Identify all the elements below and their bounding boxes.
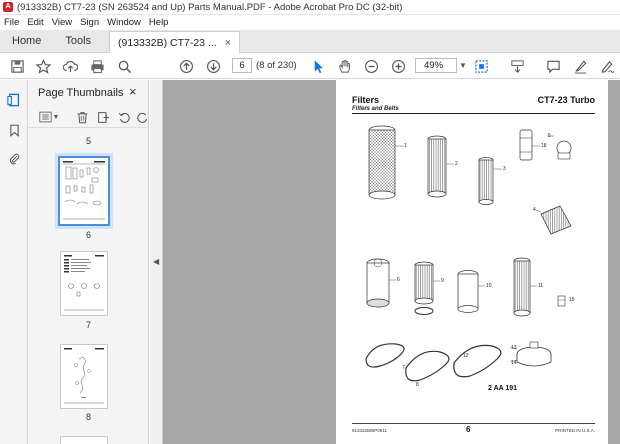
footer-printed: PRINTED IN U.S.A. (555, 428, 595, 433)
page-count: (8 of 230) (256, 60, 297, 71)
menu-view[interactable]: View (52, 17, 72, 28)
callout-15: 15 (569, 297, 575, 303)
callout-8: 8 (416, 382, 419, 388)
save-icon[interactable] (8, 57, 26, 75)
title-bar: A (913332B) CT7-23 (SN 263524 and Up) Pa… (0, 0, 620, 15)
footer-rule (352, 423, 595, 424)
panel-title: Page Thumbnails (38, 87, 124, 99)
options-menu-icon[interactable] (37, 109, 53, 125)
document-viewport[interactable]: Filters CT7-23 Turbo Filters and Belts 1… (163, 80, 620, 444)
callout-18: 18 (541, 143, 547, 149)
callout-10: 10 (486, 283, 492, 289)
thumbnail-page-9[interactable] (60, 436, 108, 444)
tab-home[interactable]: Home (0, 30, 53, 52)
part-number-label: 2 AA 191 (488, 385, 518, 392)
callout-7: 7 (402, 365, 405, 371)
page-heading-model: CT7-23 Turbo (537, 95, 595, 105)
page-heading: Filters (352, 95, 380, 105)
tab-bar: Home Tools (913332B) CT7-23 ... × (0, 30, 620, 53)
filter-15-illustration (557, 295, 566, 307)
panel-close-icon[interactable]: × (129, 84, 137, 99)
rotate-clockwise-icon[interactable] (134, 109, 148, 125)
highlight-icon[interactable] (571, 57, 589, 75)
acrobat-logo-icon: A (3, 2, 13, 12)
heading-rule (352, 113, 595, 114)
page-subheading: Filters and Belts (352, 106, 399, 112)
filter-10-illustration (457, 270, 485, 313)
thumbnail-page-7[interactable] (60, 251, 108, 316)
select-cursor-icon[interactable] (309, 57, 327, 75)
scroll-mode-icon[interactable] (508, 57, 526, 75)
menu-sign[interactable]: Sign (80, 17, 99, 28)
collapse-arrow-icon[interactable]: ◀ (153, 257, 159, 266)
insert-page-icon[interactable] (95, 109, 111, 125)
zoom-dropdown-icon[interactable]: ▼ (459, 61, 467, 70)
zoom-input[interactable]: 49% (415, 58, 457, 73)
fit-page-icon[interactable] (472, 57, 490, 75)
pdf-page: Filters CT7-23 Turbo Filters and Belts 1… (336, 80, 608, 444)
footer-page-number: 6 (466, 425, 471, 434)
bookmarks-icon[interactable] (6, 122, 22, 138)
menu-help[interactable]: Help (149, 17, 169, 28)
filter-4-illustration (535, 205, 572, 235)
page-thumbnails-panel: Page Thumbnails × ▼ 5 6 7 8 (28, 80, 149, 444)
bookmark-star-icon[interactable] (34, 57, 52, 75)
find-icon[interactable] (115, 57, 133, 75)
menu-window[interactable]: Window (107, 17, 141, 28)
callout-9: 9 (441, 278, 444, 284)
page-thumbnails-icon[interactable] (6, 92, 22, 108)
footer-doc-code: 913332B/BP0511 (352, 428, 387, 433)
callout-1: 1 (404, 143, 407, 149)
menu-file[interactable]: File (4, 17, 19, 28)
thumbnail-toolbar: ▼ (28, 106, 148, 128)
panel-collapse-handle[interactable]: ◀ (150, 80, 163, 444)
window-title: (913332B) CT7-23 (SN 263524 and Up) Part… (17, 1, 403, 13)
parts-illustration (365, 125, 572, 382)
callout-3: 3 (503, 166, 506, 172)
callout-6: 6 (397, 277, 400, 283)
comment-icon[interactable] (544, 57, 562, 75)
page-number-input[interactable]: 6 (232, 58, 252, 73)
thumbnail-page-8[interactable] (60, 344, 108, 409)
print-icon[interactable] (88, 57, 106, 75)
belts-illustration (365, 343, 502, 382)
filter-6-illustration (366, 258, 396, 308)
filter-2-illustration (427, 135, 454, 198)
filter-3-illustration (478, 157, 502, 205)
callout-13: 13 (511, 345, 517, 351)
callout-2: 2 (455, 161, 458, 167)
delete-page-icon[interactable] (74, 109, 90, 125)
thumbnail-label: 5 (85, 136, 91, 146)
thumbnail-page-6[interactable] (55, 153, 113, 229)
sign-icon[interactable] (598, 57, 616, 75)
options-caret-icon[interactable]: ▼ (52, 109, 60, 125)
page-up-icon[interactable] (177, 57, 195, 75)
hand-icon[interactable] (335, 57, 353, 75)
thumbnail-label: 6 (85, 230, 91, 240)
filter-1-illustration (368, 125, 404, 200)
callout-12: 12 (463, 353, 469, 359)
callout-5: 5 (548, 133, 551, 139)
zoom-in-icon[interactable] (389, 57, 407, 75)
thumbnail-label: 7 (85, 320, 91, 330)
navigation-rail (0, 80, 28, 444)
thumbnail-label: 8 (85, 412, 91, 422)
callout-11: 11 (538, 283, 544, 289)
filter-11-illustration (513, 257, 537, 317)
attachments-icon[interactable] (6, 150, 22, 166)
menu-edit[interactable]: Edit (27, 17, 43, 28)
tab-document-label: (913332B) CT7-23 ... (118, 36, 217, 49)
tab-tools[interactable]: Tools (53, 30, 103, 52)
tab-close-icon[interactable]: × (225, 37, 231, 49)
menu-bar: File Edit View Sign Window Help (0, 15, 620, 30)
callout-4: 4 (533, 207, 536, 213)
filter-9-illustration (414, 261, 440, 315)
callout-14: 14 (511, 360, 517, 366)
upload-cloud-icon[interactable] (61, 57, 79, 75)
page-down-icon[interactable] (204, 57, 222, 75)
toolbar: 6 (8 of 230) 49% ▼ (0, 53, 620, 79)
tab-document[interactable]: (913332B) CT7-23 ... × (109, 31, 241, 53)
rotate-counterclockwise-icon[interactable] (116, 109, 132, 125)
zoom-out-icon[interactable] (362, 57, 380, 75)
